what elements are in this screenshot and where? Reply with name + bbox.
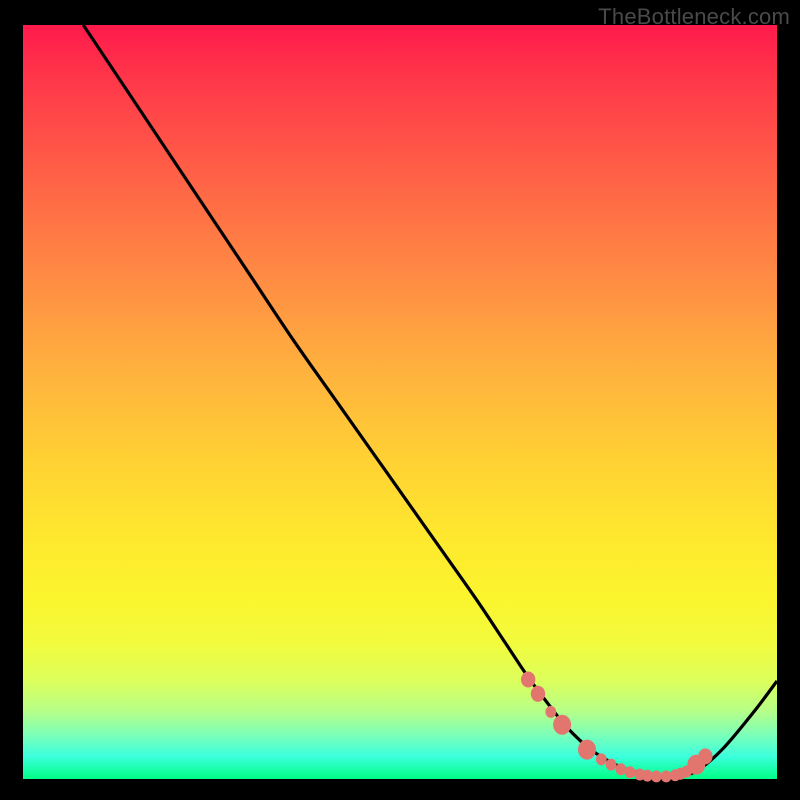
marker-dot	[545, 706, 556, 718]
marker-dot	[596, 753, 607, 765]
marker-dot	[578, 740, 596, 760]
marker-dot	[651, 770, 662, 782]
marker-dot	[698, 748, 712, 764]
marker-dot	[606, 759, 617, 771]
chart-frame: TheBottleneck.com	[0, 0, 800, 800]
curve-markers	[521, 671, 713, 782]
chart-svg	[23, 25, 777, 779]
watermark-text: TheBottleneck.com	[598, 4, 790, 30]
marker-dot	[521, 671, 535, 687]
marker-dot	[531, 686, 545, 702]
marker-dot	[625, 766, 636, 778]
bottleneck-curve	[83, 25, 777, 778]
marker-dot	[553, 715, 571, 735]
plot-area	[23, 25, 777, 779]
